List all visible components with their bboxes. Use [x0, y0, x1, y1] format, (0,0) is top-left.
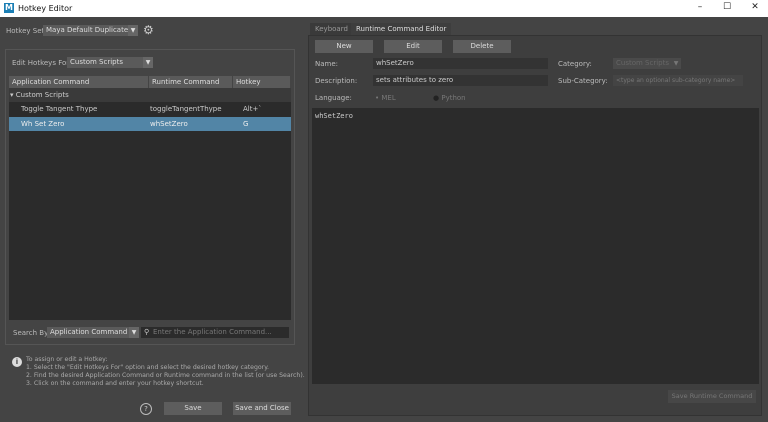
help-line: 1. Select the "Edit Hotkeys For" option …	[26, 364, 269, 371]
minimize-button[interactable]: –	[690, 2, 710, 15]
table-row[interactable]: Wh Set Zero whSetZero G	[9, 117, 291, 131]
help-text: To assign or edit a Hotkey: 1. Select th…	[26, 356, 305, 388]
chevron-down-icon: ▼	[143, 57, 153, 68]
hotkey: G	[243, 120, 249, 128]
app-command: Wh Set Zero	[21, 120, 65, 128]
maya-logo: M	[4, 3, 14, 13]
table-row[interactable]: Toggle Tangent Thype toggleTangentThype …	[9, 102, 291, 116]
window-title: Hotkey Editor	[18, 4, 73, 13]
group-label: ▾ Custom Scripts	[10, 91, 69, 99]
radio-icon: ●	[433, 94, 440, 102]
python-radio[interactable]: ● Python	[433, 94, 466, 102]
code-editor[interactable]: whSetZero	[312, 108, 759, 384]
save-and-close-button[interactable]: Save and Close	[233, 402, 291, 415]
chevron-down-icon: ▼	[129, 327, 139, 338]
tab-keyboard[interactable]: Keyboard	[310, 23, 353, 35]
column-header[interactable]: Hotkey	[233, 76, 291, 88]
chevron-down-icon: ▼	[671, 58, 681, 69]
name-field[interactable]: whSetZero	[373, 58, 548, 69]
column-header[interactable]: Application Command	[9, 76, 149, 88]
hotkey-set-value: Maya Default Duplicate	[46, 26, 129, 34]
save-runtime-command-button[interactable]: Save Runtime Command	[668, 390, 756, 403]
edit-hotkeys-for-label: Edit Hotkeys For:	[12, 59, 72, 67]
right-panel: Keyboard Runtime Command Editor New Edit…	[308, 23, 762, 416]
sub-category-label: Sub-Category:	[558, 77, 608, 85]
python-label: Python	[441, 94, 466, 102]
info-icon: i	[12, 357, 22, 367]
edit-hotkeys-for-value: Custom Scripts	[70, 58, 123, 66]
sub-category-field[interactable]: <type an optional sub-category name>	[613, 75, 743, 86]
new-button[interactable]: New	[315, 40, 373, 53]
runtime-command: whSetZero	[150, 120, 188, 128]
edit-hotkeys-for-dropdown[interactable]: Custom Scripts ▼	[67, 57, 153, 68]
group-row[interactable]: ▾ Custom Scripts	[9, 88, 291, 102]
column-header[interactable]: Runtime Command	[149, 76, 233, 88]
search-by-dropdown[interactable]: Application Command ▼	[47, 327, 139, 338]
category-dropdown[interactable]: Custom Scripts ▼	[613, 58, 681, 69]
search-icon: ⚲	[144, 328, 150, 336]
search-by-label: Search By:	[13, 329, 51, 337]
category-value: Custom Scripts	[616, 59, 669, 67]
runtime-editor: New Edit Delete Name: whSetZero Descript…	[308, 35, 762, 416]
radio-selected-icon: •	[375, 94, 380, 102]
name-label: Name:	[315, 60, 339, 68]
help-button[interactable]: ?	[140, 403, 152, 415]
app-command: Toggle Tangent Thype	[21, 105, 98, 113]
description-field[interactable]: sets attributes to zero	[373, 75, 548, 86]
mel-label: MEL	[381, 94, 396, 102]
search-input[interactable]: ⚲ Enter the Application Command...	[141, 327, 289, 338]
title-bar: M Hotkey Editor – ☐ ✕	[0, 0, 768, 17]
delete-button[interactable]: Delete	[453, 40, 511, 53]
help-line: 2. Find the desired Application Command …	[26, 372, 305, 379]
tab-runtime-command-editor[interactable]: Runtime Command Editor	[351, 23, 452, 35]
category-label: Category:	[558, 60, 592, 68]
language-label: Language:	[315, 94, 352, 102]
runtime-command: toggleTangentThype	[150, 105, 222, 113]
help-line: To assign or edit a Hotkey:	[26, 356, 108, 363]
search-placeholder: Enter the Application Command...	[153, 328, 272, 336]
close-button[interactable]: ✕	[745, 2, 765, 15]
code-text: whSetZero	[315, 112, 353, 120]
help-line: 3. Click on the command and enter your h…	[26, 380, 204, 387]
mel-radio[interactable]: • MEL	[375, 94, 396, 102]
hotkey-group: Edit Hotkeys For: Custom Scripts ▼ Applic…	[5, 49, 295, 345]
search-mode: Application Command	[50, 328, 128, 336]
edit-button[interactable]: Edit	[384, 40, 442, 53]
save-button[interactable]: Save	[164, 402, 222, 415]
gear-icon[interactable]: ⚙	[143, 23, 154, 37]
maximize-button[interactable]: ☐	[717, 2, 737, 15]
hotkey: Alt+`	[243, 105, 262, 113]
chevron-down-icon: ▼	[128, 25, 138, 36]
command-table: Application Command Runtime Command Hotk…	[9, 76, 291, 320]
description-label: Description:	[315, 77, 358, 85]
hotkey-set-dropdown[interactable]: Maya Default Duplicate ▼	[43, 25, 138, 36]
hotkey-set-label: Hotkey Set:	[6, 27, 47, 35]
